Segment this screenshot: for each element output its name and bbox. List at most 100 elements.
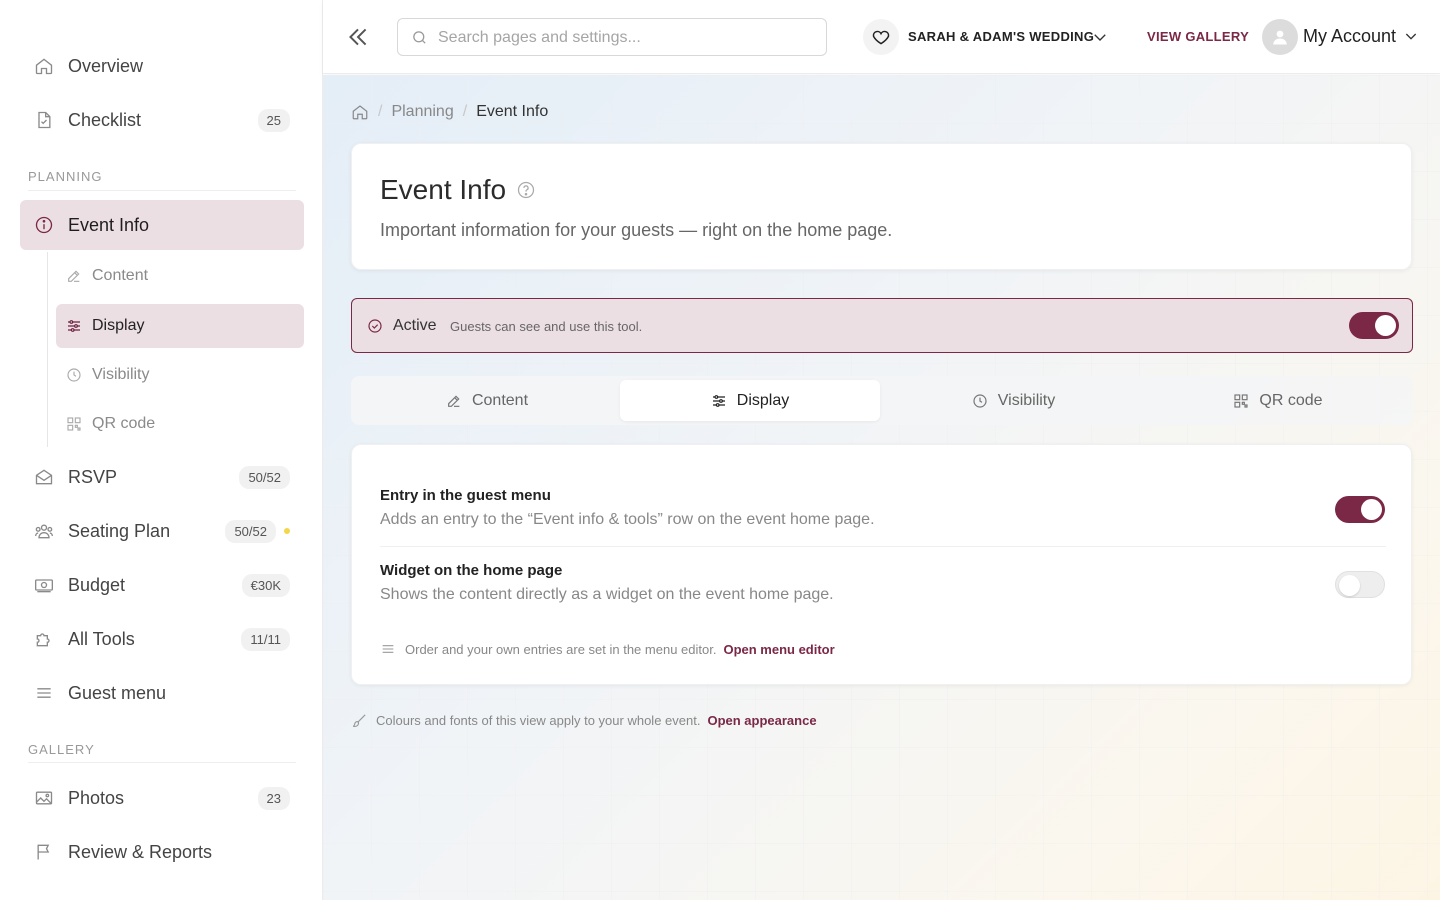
edit-icon — [446, 393, 462, 409]
tab-label: QR code — [1259, 391, 1323, 409]
user-icon — [1271, 28, 1289, 46]
toggle-knob — [1375, 315, 1396, 336]
document-check-icon — [34, 110, 54, 130]
home-widget-toggle[interactable] — [1335, 571, 1385, 598]
chevron-down-icon[interactable] — [1091, 28, 1109, 46]
open-menu-editor-link[interactable]: Open menu editor — [723, 642, 834, 657]
sidebar-item-review-reports[interactable]: Review & Reports — [20, 827, 304, 877]
view-gallery-link[interactable]: VIEW GALLERY — [1147, 29, 1249, 44]
sidebar-item-photos[interactable]: Photos 23 — [20, 773, 304, 823]
sidebar-subitem-content[interactable]: Content — [56, 254, 304, 298]
search-icon — [411, 29, 428, 46]
sidebar-item-label: Event Info — [68, 214, 150, 235]
sidebar-item-label: Overview — [68, 55, 144, 76]
breadcrumb-current: Event Info — [476, 103, 549, 120]
page-subtitle: Important information for your guests — … — [380, 220, 893, 240]
sidebar-item-seating-plan[interactable]: Seating Plan 50/52 — [20, 506, 304, 556]
menu-lines-icon — [34, 683, 54, 703]
sidebar-item-checklist[interactable]: Checklist 25 — [20, 95, 304, 145]
open-appearance-link[interactable]: Open appearance — [707, 713, 816, 728]
search-input[interactable] — [438, 27, 818, 49]
row-divider — [380, 546, 1386, 547]
tab-label: Visibility — [997, 391, 1056, 409]
sidebar-item-all-tools[interactable]: All Tools 11/11 — [20, 614, 304, 664]
breadcrumb-separator: / — [378, 103, 383, 120]
sidebar-subitem-label: QR code — [92, 415, 156, 432]
sidebar-item-rsvp[interactable]: RSVP 50/52 — [20, 452, 304, 502]
toggle-knob — [1339, 575, 1360, 596]
active-status-bar: Active Guests can see and use this tool. — [351, 298, 1413, 353]
count-badge: 23 — [257, 786, 290, 810]
active-toggle[interactable] — [1349, 312, 1399, 339]
note-text: Order and your own entries are set in th… — [405, 641, 717, 657]
status-label: Active — [393, 317, 437, 334]
setting-description: Adds an entry to the “Event info & tools… — [380, 511, 875, 528]
home-icon[interactable] — [351, 103, 369, 121]
sidebar-item-label: Photos — [68, 787, 125, 808]
sidebar-subitem-visibility[interactable]: Visibility — [56, 353, 304, 397]
toggle-knob — [1361, 499, 1382, 520]
avatar[interactable] — [1262, 19, 1298, 55]
sidebar-subitem-label: Visibility — [92, 366, 150, 383]
count-badge: 50/52 — [239, 465, 290, 489]
page-header-card: Event Info Important information for you… — [351, 143, 1412, 270]
sliders-icon — [711, 393, 727, 409]
setting-description: Shows the content directly as a widget o… — [380, 586, 834, 603]
search-box[interactable] — [397, 18, 827, 56]
clock-icon — [66, 367, 82, 383]
sidebar-item-budget[interactable]: Budget €30K — [20, 560, 304, 610]
collapse-sidebar-icon[interactable] — [345, 24, 371, 50]
count-badge: 50/52 — [225, 519, 276, 543]
tab-display[interactable]: Display — [620, 380, 880, 421]
guest-menu-entry-toggle[interactable] — [1335, 496, 1385, 523]
clock-icon — [972, 393, 988, 409]
section-label-planning: PLANNING — [28, 169, 103, 184]
count-badge: €30K — [241, 573, 290, 597]
banknote-icon — [34, 575, 54, 595]
breadcrumb: / Planning / Event Info — [351, 103, 548, 121]
info-icon — [34, 215, 54, 235]
main-content: / Planning / Event Info Event Info Impor… — [323, 75, 1440, 900]
note-text: Colours and fonts of this view apply to … — [376, 713, 701, 728]
top-header: SARAH & ADAM'S WEDDING VIEW GALLERY My A… — [323, 0, 1440, 74]
sidebar-item-overview[interactable]: Overview — [20, 41, 304, 91]
breadcrumb-separator: / — [462, 103, 468, 120]
appearance-note: Colours and fonts of this view apply to … — [351, 712, 817, 729]
setting-title: Entry in the guest menu — [380, 487, 551, 504]
qr-code-icon — [1233, 393, 1249, 409]
tab-bar: Content Display Visibility QR code — [351, 376, 1413, 425]
count-badge: 25 — [257, 108, 290, 132]
qr-code-icon — [66, 416, 82, 432]
tab-visibility[interactable]: Visibility — [881, 380, 1146, 421]
tab-label: Display — [736, 391, 790, 409]
tab-label: Content — [471, 391, 529, 409]
breadcrumb-item[interactable]: Planning — [391, 103, 453, 121]
sidebar-item-event-info[interactable]: Event Info — [20, 200, 304, 250]
sidebar-subitem-display[interactable]: Display — [56, 304, 304, 348]
menu-editor-note: Order and your own entries are set in th… — [380, 641, 835, 657]
home-icon — [34, 56, 54, 76]
event-heart-button[interactable] — [863, 19, 899, 55]
tab-qr-code[interactable]: QR code — [1147, 380, 1409, 421]
image-icon — [34, 788, 54, 808]
setting-title: Widget on the home page — [380, 562, 563, 579]
envelope-open-icon — [34, 467, 54, 487]
section-divider — [28, 762, 296, 763]
event-selector[interactable]: SARAH & ADAM'S WEDDING — [908, 29, 1094, 44]
sidebar-item-guest-menu[interactable]: Guest menu — [20, 668, 304, 718]
help-icon[interactable] — [516, 180, 536, 200]
sidebar-item-label: All Tools — [68, 628, 135, 649]
subtree-line — [47, 252, 48, 447]
sidebar-item-label: RSVP — [68, 466, 118, 487]
account-menu[interactable]: My Account — [1303, 26, 1396, 47]
chevron-down-icon[interactable] — [1403, 28, 1419, 44]
sidebar: Overview Checklist 25 PLANNING Event Inf… — [0, 0, 323, 900]
edit-icon — [66, 268, 82, 284]
sidebar-subitem-qr-code[interactable]: QR code — [56, 402, 304, 446]
tab-content[interactable]: Content — [355, 380, 619, 421]
heart-icon — [871, 27, 891, 47]
flag-icon — [34, 842, 54, 862]
sidebar-subitem-label: Content — [92, 267, 149, 284]
page-title: Event Info — [380, 174, 507, 205]
sidebar-item-label: Guest menu — [68, 682, 167, 703]
